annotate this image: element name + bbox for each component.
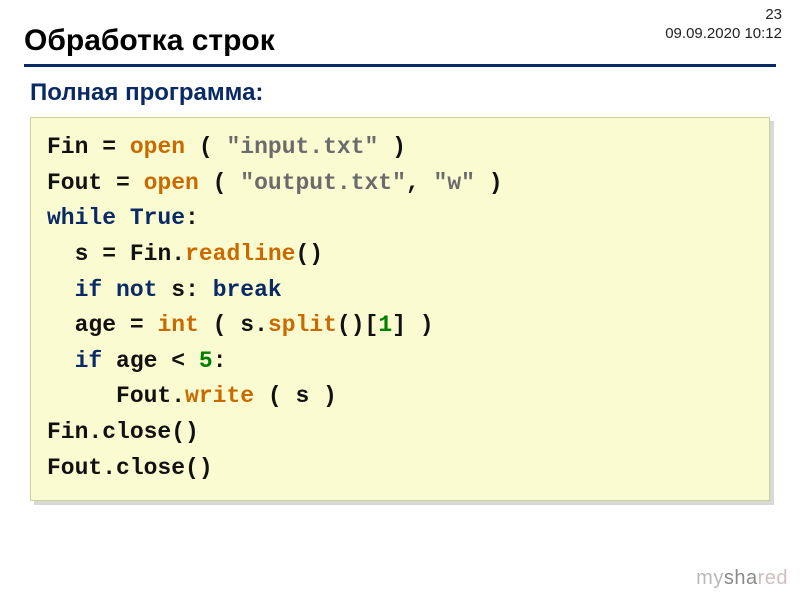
timestamp: 09.09.2020 10:12 (665, 25, 782, 44)
code-line-2: Fout = open ( "output.txt", "w" ) (47, 170, 503, 196)
code-line-9: Fin.close() (47, 419, 199, 445)
watermark-part-1: my (696, 567, 724, 589)
page-title: Обработка строк (24, 24, 776, 67)
code-line-1: Fin = open ( "input.txt" ) (47, 134, 406, 160)
subtitle: Полная программа: (30, 79, 776, 107)
watermark-part-2: sha (724, 567, 758, 589)
page-number: 23 (665, 6, 782, 25)
code-line-5: if not s: break (47, 277, 282, 303)
code-line-6: age = int ( s.split()[1] ) (47, 312, 434, 338)
slide-meta: 23 09.09.2020 10:12 (665, 6, 782, 44)
slide: 23 09.09.2020 10:12 Обработка строк Полн… (0, 0, 800, 600)
watermark-part-3: red (758, 567, 788, 589)
code-line-8: Fout.write ( s ) (47, 383, 337, 409)
watermark: myshared (696, 567, 788, 590)
code-line-3: while True: (47, 205, 199, 231)
code-line-10: Fout.close() (47, 455, 213, 481)
code-line-7: if age < 5: (47, 348, 227, 374)
code-line-4: s = Fin.readline() (47, 241, 323, 267)
code-block: Fin = open ( "input.txt" ) Fout = open (… (30, 117, 770, 501)
